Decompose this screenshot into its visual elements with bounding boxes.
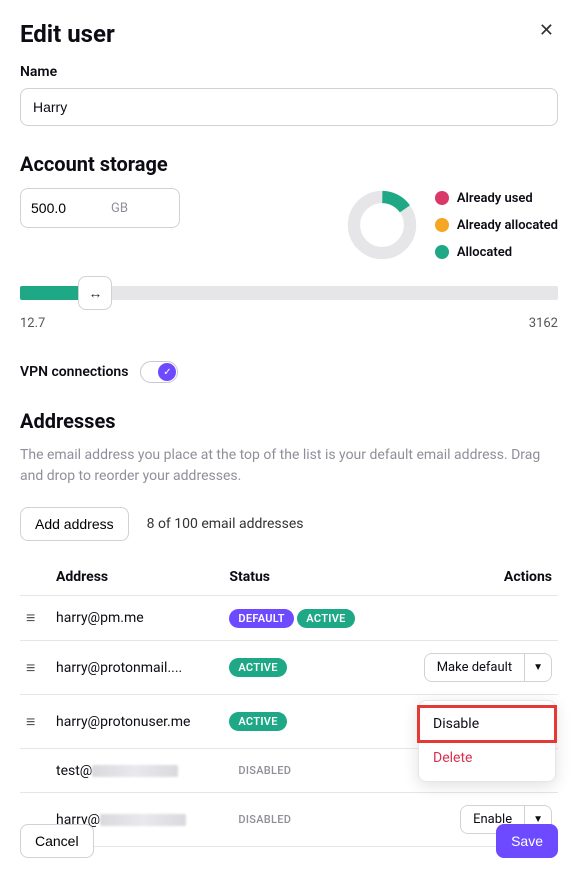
status-badge: DISABLED [229, 761, 300, 780]
save-button[interactable]: Save [496, 824, 558, 858]
status-badge: ACTIVE [229, 658, 286, 677]
name-input[interactable] [20, 88, 558, 126]
drag-handle-icon[interactable]: ≡ [26, 658, 35, 677]
status-badge: ACTIVE [229, 712, 286, 731]
addresses-help: The email address you place at the top o… [20, 445, 558, 487]
storage-input[interactable] [31, 200, 111, 216]
status-badge: ACTIVE [297, 609, 354, 628]
drag-horizontal-icon: ↔ [88, 285, 102, 302]
storage-title: Account storage [20, 152, 558, 176]
make-default-label[interactable]: Make default [425, 654, 524, 681]
storage-input-wrap[interactable]: GB [20, 188, 180, 228]
legend-used: Already used [435, 191, 558, 206]
address-cell: harry@pm.me [50, 596, 223, 641]
check-icon: ✓ [158, 363, 176, 381]
vpn-toggle[interactable]: ✓ [140, 361, 178, 383]
storage-unit: GB [111, 201, 128, 216]
drag-handle-icon[interactable]: ≡ [26, 712, 35, 731]
table-row: ≡ harry@pm.me DEFAULT ACTIVE [20, 596, 558, 641]
slider-min-label: 12.7 [20, 316, 45, 331]
addresses-title: Addresses [20, 409, 558, 433]
dropdown-item-delete[interactable]: Delete [419, 741, 555, 775]
legend-dot-allocated-other [435, 218, 449, 232]
status-badge: DEFAULT [229, 609, 293, 628]
legend-allocated-label: Allocated [457, 245, 512, 260]
legend-allocated-other-label: Already allocated [457, 218, 558, 233]
page-title: Edit user [20, 20, 115, 48]
name-label: Name [20, 64, 558, 80]
dropdown-item-disable[interactable]: Disable [419, 707, 555, 741]
address-cell: test@ [50, 749, 223, 793]
storage-slider-track[interactable]: ↔ [20, 286, 558, 300]
row-actions-dropdown: Disable Delete [418, 700, 556, 782]
addresses-count: 8 of 100 email addresses [147, 516, 304, 532]
address-cell: harry@protonuser.me [50, 695, 223, 749]
table-row: ≡ harry@protonmail.... ACTIVE Make defau… [20, 641, 558, 695]
address-prefix: test@ [56, 763, 92, 779]
legend-allocated: Allocated [435, 245, 558, 260]
vpn-label: VPN connections [20, 364, 128, 380]
col-address: Address [50, 559, 223, 596]
make-default-button[interactable]: Make default ▼ [424, 653, 552, 682]
col-status: Status [223, 559, 386, 596]
add-address-button[interactable]: Add address [20, 507, 129, 541]
legend-dot-allocated [435, 245, 449, 259]
slider-max-label: 3162 [529, 316, 558, 331]
cancel-button[interactable]: Cancel [20, 824, 94, 858]
legend-dot-used [435, 191, 449, 205]
col-actions: Actions [386, 559, 558, 596]
close-icon[interactable]: ✕ [535, 20, 558, 42]
storage-slider-handle[interactable]: ↔ [78, 276, 112, 310]
address-cell: harry@protonmail.... [50, 641, 223, 695]
redacted-text [92, 765, 178, 777]
drag-handle-icon[interactable]: ≡ [26, 608, 35, 627]
legend-used-label: Already used [457, 191, 533, 206]
legend-allocated-other: Already allocated [435, 218, 558, 233]
chevron-down-icon[interactable]: ▼ [524, 654, 551, 681]
storage-donut-chart [345, 188, 419, 262]
